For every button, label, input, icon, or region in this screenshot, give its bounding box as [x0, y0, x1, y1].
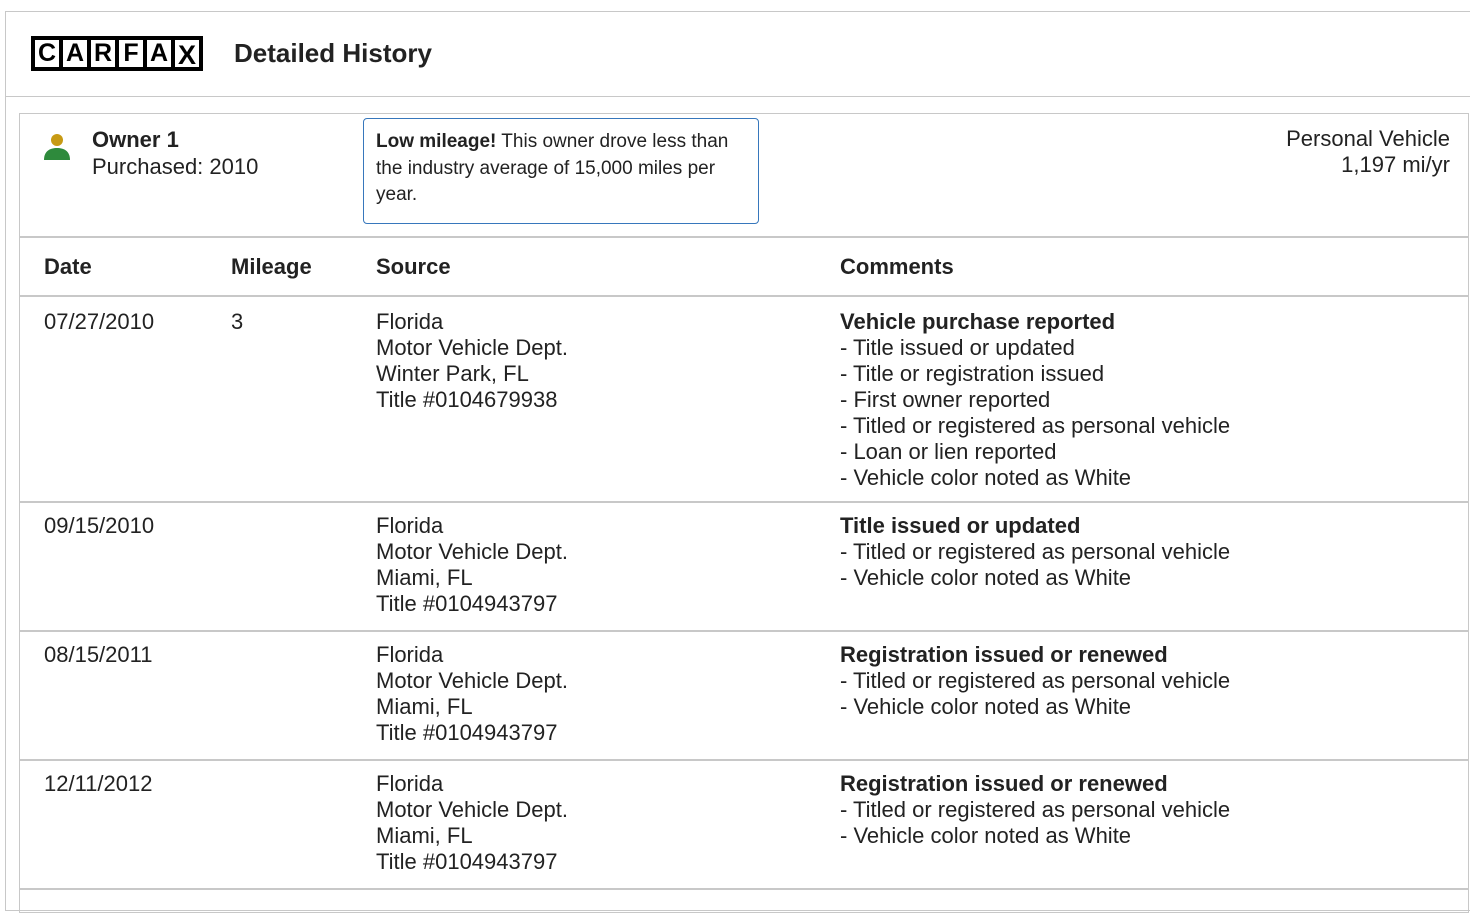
- source-line: Miami, FL: [376, 823, 473, 848]
- comment-item: - Titled or registered as personal vehic…: [840, 797, 1231, 822]
- logo-letter: A: [62, 39, 88, 68]
- column-header-mileage: Mileage: [231, 238, 376, 297]
- source-line: Winter Park, FL: [376, 361, 529, 386]
- owner-panel: Owner 1 Purchased: 2010 Low mileage! Thi…: [19, 113, 1469, 913]
- row-comments: Vehicle purchase reported - Title issued…: [840, 296, 1468, 503]
- table-row: 09/15/2010 Florida Motor Vehicle Dept. M…: [20, 502, 1468, 632]
- notice-bold: Low mileage!: [376, 131, 497, 152]
- row-mileage: 3: [231, 296, 376, 503]
- source-line: Florida: [376, 513, 444, 538]
- source-line: Title #0104943797: [376, 720, 558, 745]
- source-line: Miami, FL: [376, 694, 473, 719]
- vehicle-usage: Personal Vehicle 1,197 mi/yr: [1286, 126, 1450, 178]
- owner-purchased: Purchased: 2010: [92, 154, 259, 179]
- row-comments: Registration issued or renewed - Titled …: [840, 760, 1468, 890]
- column-header-date: Date: [20, 238, 231, 297]
- owner-summary: Owner 1 Purchased: 2010 Low mileage! Thi…: [20, 114, 1468, 238]
- comment-title: Title issued or updated: [840, 513, 1081, 538]
- vehicle-type: Personal Vehicle: [1286, 126, 1450, 151]
- comment-title: Vehicle purchase reported: [840, 309, 1116, 334]
- table-row: 12/11/2012 Florida Motor Vehicle Dept. M…: [20, 760, 1468, 890]
- table-row: 07/27/2010 3 Florida Motor Vehicle Dept.…: [20, 296, 1468, 503]
- owner-name: Owner 1: [92, 127, 179, 152]
- row-comments: Title issued or updated - Titled or regi…: [840, 502, 1468, 632]
- report-header: C A R F A X Detailed History: [6, 12, 1470, 97]
- source-line: Miami, FL: [376, 565, 473, 590]
- source-line: Florida: [376, 309, 444, 334]
- comment-item: - Titled or registered as personal vehic…: [840, 413, 1231, 438]
- row-date: 09/15/2010: [20, 502, 231, 632]
- comment-item: - Title issued or updated: [840, 335, 1075, 360]
- source-line: Florida: [376, 771, 444, 796]
- comment-title: Registration issued or renewed: [840, 642, 1168, 667]
- column-header-comments: Comments: [840, 238, 1468, 297]
- low-mileage-notice: Low mileage! This owner drove less than …: [363, 118, 759, 224]
- row-date: 12/11/2012: [20, 760, 231, 890]
- source-line: Motor Vehicle Dept.: [376, 797, 568, 822]
- carfax-logo: C A R F A X: [31, 36, 203, 71]
- page-title: Detailed History: [234, 38, 432, 68]
- comment-title: Registration issued or renewed: [840, 771, 1168, 796]
- row-date: 07/27/2010: [20, 296, 231, 503]
- comment-item: - Vehicle color noted as White: [840, 694, 1132, 719]
- comment-item: - Vehicle color noted as White: [840, 565, 1132, 590]
- comment-item: - Loan or lien reported: [840, 439, 1057, 464]
- source-line: Title #0104943797: [376, 849, 558, 874]
- logo-letter: A: [146, 39, 172, 68]
- table-header-row: Date Mileage Source Comments: [20, 238, 1468, 297]
- annual-mileage: 1,197 mi/yr: [1341, 152, 1450, 177]
- row-source: Florida Motor Vehicle Dept. Winter Park,…: [376, 296, 840, 503]
- source-line: Motor Vehicle Dept.: [376, 335, 568, 360]
- comment-item: - Vehicle color noted as White: [840, 823, 1132, 848]
- row-source: Florida Motor Vehicle Dept. Miami, FL Ti…: [376, 760, 840, 890]
- row-date: 08/15/2011: [20, 631, 231, 761]
- comment-item: - First owner reported: [840, 387, 1051, 412]
- logo-letter: F: [118, 39, 144, 68]
- history-table: Date Mileage Source Comments 07/27/2010 …: [20, 238, 1468, 890]
- logo-letter: X: [174, 39, 200, 69]
- report-frame: C A R F A X Detailed History Owner 1 Pur…: [5, 11, 1470, 913]
- comment-item: - Vehicle color noted as White: [840, 465, 1132, 490]
- source-line: Title #0104943797: [376, 591, 558, 616]
- row-mileage: [231, 760, 376, 890]
- comment-item: - Titled or registered as personal vehic…: [840, 539, 1231, 564]
- comment-item: - Titled or registered as personal vehic…: [840, 668, 1231, 693]
- row-mileage: [231, 502, 376, 632]
- source-line: Title #0104679938: [376, 387, 558, 412]
- logo-letter: C: [34, 39, 60, 68]
- logo-letter: R: [90, 39, 116, 68]
- row-source: Florida Motor Vehicle Dept. Miami, FL Ti…: [376, 502, 840, 632]
- source-line: Florida: [376, 642, 444, 667]
- row-mileage: [231, 631, 376, 761]
- row-comments: Registration issued or renewed - Titled …: [840, 631, 1468, 761]
- person-icon: [44, 134, 70, 160]
- table-row: 08/15/2011 Florida Motor Vehicle Dept. M…: [20, 631, 1468, 761]
- source-line: Motor Vehicle Dept.: [376, 668, 568, 693]
- source-line: Motor Vehicle Dept.: [376, 539, 568, 564]
- comment-item: - Title or registration issued: [840, 361, 1105, 386]
- column-header-source: Source: [376, 238, 840, 297]
- row-source: Florida Motor Vehicle Dept. Miami, FL Ti…: [376, 631, 840, 761]
